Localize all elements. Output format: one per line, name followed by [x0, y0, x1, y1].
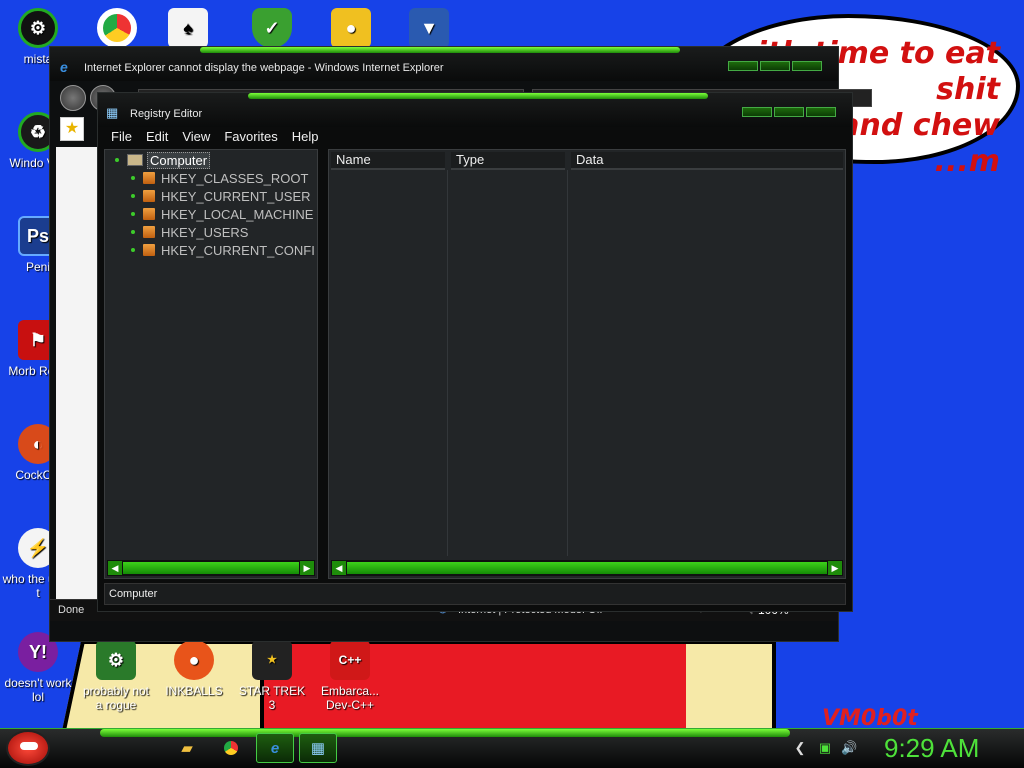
- tree-item-hkcc[interactable]: HKEY_CURRENT_CONFI: [131, 241, 315, 259]
- regedit-window[interactable]: ▦ Registry Editor File Edit View Favorit…: [97, 92, 853, 612]
- desktop-icon-star-trek[interactable]: ★ STAR TREK 3: [234, 640, 310, 712]
- folder-icon: [143, 226, 155, 238]
- desktop-icon-label: doesn't work lol: [4, 676, 72, 704]
- tree-item-label: HKEY_CURRENT_USER: [161, 188, 311, 204]
- menu-edit[interactable]: Edit: [139, 127, 175, 147]
- regedit-window-title: Registry Editor: [130, 108, 203, 120]
- column-divider: [567, 170, 568, 556]
- tree-expander-icon[interactable]: [131, 176, 135, 180]
- ie-icon: e: [270, 739, 280, 757]
- tree-horizontal-scrollbar[interactable]: ◀ ▶: [107, 560, 315, 576]
- tree-expander-icon[interactable]: [131, 212, 135, 216]
- folder-icon: [143, 208, 155, 220]
- tree-item-label: HKEY_LOCAL_MACHINE: [161, 206, 314, 222]
- tree-item-label: Computer: [147, 151, 211, 169]
- desktop-icon-yahoo-messenger[interactable]: Y! doesn't work lol: [0, 632, 76, 704]
- column-divider: [447, 170, 448, 556]
- taskbar: [0, 728, 1024, 768]
- values-list[interactable]: Name Type Data ◀ ▶: [328, 149, 846, 579]
- tree-item-computer[interactable]: Computer: [115, 151, 211, 169]
- ie-status-done: Done: [58, 604, 85, 616]
- wallpaper-shape-right: [686, 640, 776, 740]
- minimize-button[interactable]: [742, 107, 772, 117]
- tree-item-hkcu[interactable]: HKEY_CURRENT_USER: [131, 187, 311, 205]
- desktop-icon-label: INKBALLS: [165, 684, 223, 698]
- minimize-button[interactable]: [728, 61, 758, 71]
- computer-icon: [127, 154, 143, 166]
- folder-icon: [143, 172, 155, 184]
- ie-icon: e: [60, 59, 68, 75]
- network-icon[interactable]: ▣: [817, 740, 833, 756]
- column-header-name[interactable]: Name: [331, 152, 445, 170]
- desktop-icon-label: STAR TREK 3: [238, 684, 306, 712]
- taskbar-clock[interactable]: 9:29 AM: [884, 733, 979, 764]
- tree-expander-icon[interactable]: [131, 194, 135, 198]
- favorites-star-icon[interactable]: ★: [60, 117, 84, 141]
- close-button[interactable]: [806, 107, 836, 117]
- scroll-left-icon[interactable]: ◀: [332, 561, 346, 575]
- scrollbar-thumb[interactable]: [123, 562, 299, 574]
- menu-help[interactable]: Help: [285, 127, 326, 147]
- scrollbar-thumb[interactable]: [347, 562, 827, 574]
- tree-item-label: HKEY_USERS: [161, 224, 249, 240]
- desktop-icon-label: Embarca... Dev-C++: [320, 684, 380, 712]
- tree-expander-icon[interactable]: [131, 248, 135, 252]
- back-button[interactable]: [60, 85, 86, 111]
- column-header-type[interactable]: Type: [451, 152, 565, 170]
- maximize-button[interactable]: [760, 61, 790, 71]
- folder-icon: [143, 244, 155, 256]
- tree-expander-icon[interactable]: [131, 230, 135, 234]
- registry-tree[interactable]: Computer HKEY_CLASSES_ROOT HKEY_CURRENT_…: [104, 149, 318, 579]
- folder-icon: [143, 190, 155, 202]
- volume-icon[interactable]: 🔊: [841, 740, 857, 756]
- regedit-caption-buttons: [742, 107, 836, 117]
- tray-arrow-icon[interactable]: ❮: [792, 740, 808, 756]
- game-icon: ★: [252, 640, 292, 680]
- start-button[interactable]: [6, 730, 50, 766]
- title-glow: [200, 47, 680, 53]
- desktop-icon-inkballs[interactable]: ● INKBALLS: [156, 640, 232, 698]
- taskbar-regedit-button[interactable]: ▦: [299, 733, 337, 763]
- taskbar-chrome-button[interactable]: [212, 733, 250, 763]
- desktop-icon-rogue[interactable]: ⚙ probably not a rogue: [78, 640, 154, 712]
- menu-bar: File Edit View Favorites Help: [104, 127, 326, 147]
- menu-view[interactable]: View: [175, 127, 217, 147]
- gears-icon: ⚙: [96, 640, 136, 680]
- maximize-button[interactable]: [774, 107, 804, 117]
- gear-icon: ⚙: [18, 8, 58, 48]
- close-button[interactable]: [792, 61, 822, 71]
- tree-item-hkcr[interactable]: HKEY_CLASSES_ROOT: [131, 169, 308, 187]
- tree-item-hku[interactable]: HKEY_USERS: [131, 223, 248, 241]
- desktop-icon-label: probably not a rogue: [82, 684, 150, 712]
- regedit-icon: ▦: [106, 105, 119, 120]
- folder-icon: ▰: [181, 740, 193, 757]
- status-path: Computer: [109, 588, 158, 600]
- regedit-status-bar: Computer: [104, 583, 846, 605]
- chrome-icon: [224, 741, 238, 755]
- inkball-icon: ●: [174, 640, 214, 680]
- menu-file[interactable]: File: [104, 127, 139, 147]
- taskbar-explorer-button[interactable]: ▰: [168, 733, 206, 763]
- column-header-data[interactable]: Data: [571, 152, 843, 170]
- scroll-right-icon[interactable]: ▶: [828, 561, 842, 575]
- ie-titlebar[interactable]: e Internet Explorer cannot display the w…: [50, 47, 838, 81]
- tree-item-hklm[interactable]: HKEY_LOCAL_MACHINE: [131, 205, 313, 223]
- tree-expander-icon[interactable]: [115, 158, 119, 162]
- tree-item-label: HKEY_CLASSES_ROOT: [161, 170, 309, 186]
- tree-item-label: HKEY_CURRENT_CONFI: [161, 242, 315, 258]
- desktop-icon-devcpp[interactable]: C++ Embarca... Dev-C++: [312, 640, 388, 712]
- scroll-right-icon[interactable]: ▶: [300, 561, 314, 575]
- regedit-icon: ▦: [310, 740, 326, 757]
- devcpp-icon: C++: [330, 640, 370, 680]
- ie-window-title: Internet Explorer cannot display the web…: [84, 62, 444, 74]
- scroll-left-icon[interactable]: ◀: [108, 561, 122, 575]
- list-horizontal-scrollbar[interactable]: ◀ ▶: [331, 560, 843, 576]
- ie-caption-buttons: [728, 61, 822, 71]
- title-glow: [248, 93, 708, 99]
- menu-favorites[interactable]: Favorites: [217, 127, 284, 147]
- taskbar-ie-button[interactable]: e: [256, 733, 294, 763]
- regedit-titlebar[interactable]: ▦ Registry Editor: [98, 93, 852, 127]
